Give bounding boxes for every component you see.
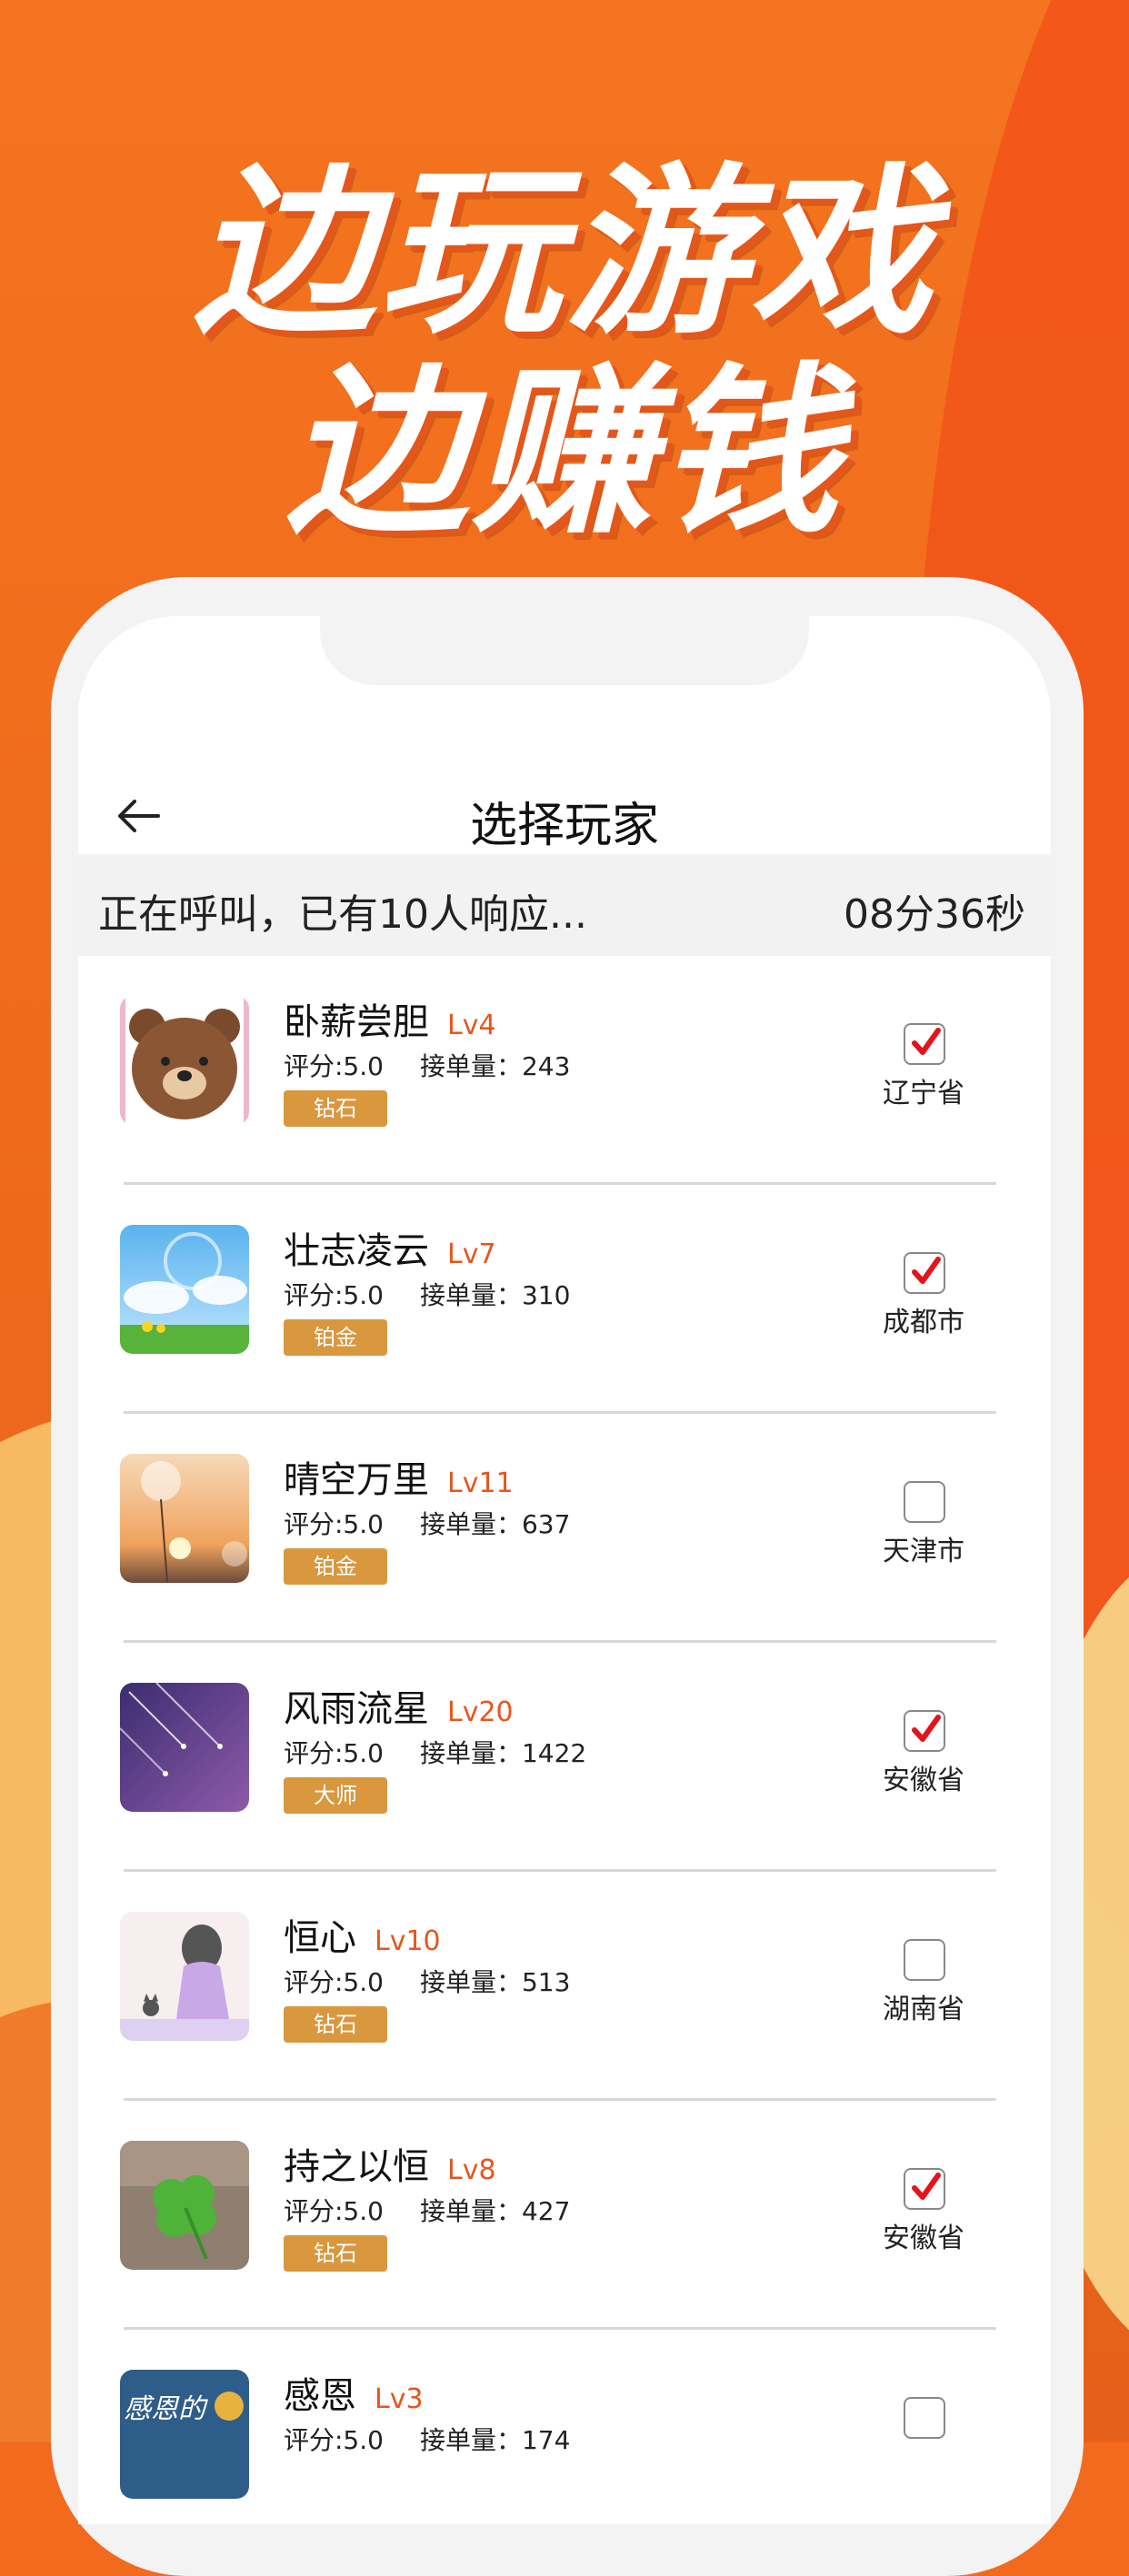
avatar-caption: 感恩的 [124,2393,205,2425]
checkmark-icon [912,1028,941,1055]
select-checkbox[interactable] [904,1252,945,1294]
player-row[interactable]: 壮志凌云 Lv7 评分:5.0 接单量：310 铂金 成都市 [78,1185,1051,1414]
headline-line-2: 边赚钱 [285,347,843,559]
checkmark-icon [912,1257,941,1284]
rank-badge: 钻石 [284,2006,387,2043]
select-checkbox[interactable] [904,1481,945,1523]
select-checkbox[interactable] [904,1939,945,1981]
player-stats: 评分:5.0 接单量：513 [284,1963,570,1999]
player-level: Lv3 [375,2383,424,2415]
player-name-text: 持之以恒 [284,2146,429,2188]
player-stats: 评分:5.0 接单量：1422 [284,1734,586,1770]
player-orders: 接单量：513 [419,1967,571,1997]
player-orders: 接单量：243 [419,1051,571,1081]
player-name: 风雨流星 Lv20 [284,1679,514,1732]
player-level: Lv20 [447,1696,514,1728]
player-name: 持之以恒 Lv8 [284,2137,496,2190]
checkmark-icon [912,2173,941,2200]
player-name: 恒心 Lv10 [284,1908,441,1961]
player-location: 天津市 [883,1536,964,1567]
avatar [120,1225,249,1354]
player-name: 壮志凌云 Lv7 [284,1221,496,1274]
rank-badge: 钻石 [284,1090,387,1127]
player-orders: 接单量：310 [419,1280,571,1310]
avatar [120,996,249,1125]
player-name: 感恩 Lv3 [284,2366,424,2419]
avatar: 感恩的 [120,2370,249,2499]
player-location: 安徽省 [883,1765,964,1796]
calling-status-bar: 正在呼叫，已有10人响应... 08分36秒 [78,854,1051,956]
player-level: Lv11 [447,1467,514,1499]
player-stats: 评分:5.0 接单量：427 [284,2192,570,2228]
player-row[interactable]: 风雨流星 Lv20 评分:5.0 接单量：1422 大师 安徽省 [78,1643,1051,1872]
player-orders: 接单量：174 [419,2425,571,2455]
rank-badge: 铂金 [284,1548,387,1585]
page-title: 选择玩家 [469,799,659,853]
player-row[interactable]: 感恩的 感恩 Lv3 评分:5.0 接单量：174 [78,2330,1051,2524]
player-stats: 评分:5.0 接单量：243 [284,1047,570,1083]
checkmark-icon [912,1715,941,1742]
player-rating: 评分:5.0 [284,1280,384,1310]
player-name-text: 风雨流星 [284,1688,429,1730]
rank-badge: 钻石 [284,2235,387,2272]
player-name-text: 卧薪尝胆 [284,1001,429,1043]
call-timer: 08分36秒 [844,891,1025,938]
player-rating: 评分:5.0 [284,1509,384,1539]
player-level: Lv4 [447,1010,496,1041]
player-orders: 接单量：427 [419,2196,571,2226]
player-rating: 评分:5.0 [284,2196,384,2226]
player-orders: 接单量：1422 [419,1738,587,1768]
select-checkbox[interactable] [904,2397,945,2439]
player-location: 安徽省 [883,2223,964,2254]
player-rating: 评分:5.0 [284,1967,384,1997]
player-row[interactable]: 晴空万里 Lv11 评分:5.0 接单量：637 铂金 天津市 [78,1414,1051,1643]
avatar [120,1454,249,1583]
phone-notch [320,616,809,685]
select-checkbox[interactable] [904,1023,945,1065]
player-rating: 评分:5.0 [284,2425,384,2455]
player-row[interactable]: 持之以恒 Lv8 评分:5.0 接单量：427 钻石 安徽省 [78,2101,1051,2330]
player-location: 辽宁省 [883,1078,964,1109]
player-location: 成都市 [883,1307,964,1338]
player-name-text: 感恩 [284,2375,356,2417]
avatar [120,1912,249,2041]
avatar [120,1683,249,1812]
player-orders: 接单量：637 [419,1509,571,1539]
player-name-text: 恒心 [284,1917,356,1959]
player-row[interactable]: 恒心 Lv10 评分:5.0 接单量：513 钻石 湖南省 [78,1872,1051,2101]
player-name: 卧薪尝胆 Lv4 [284,992,496,1045]
select-checkbox[interactable] [904,1710,945,1752]
rank-badge: 铂金 [284,1319,387,1356]
player-name: 晴空万里 Lv11 [284,1450,514,1503]
player-stats: 评分:5.0 接单量：174 [284,2421,570,2457]
player-level: Lv7 [447,1238,496,1270]
player-location: 湖南省 [883,1994,964,2025]
player-name-text: 壮志凌云 [284,1230,429,1272]
calling-status-text: 正在呼叫，已有10人响应... [98,891,587,938]
player-stats: 评分:5.0 接单量：637 [284,1505,570,1541]
player-name-text: 晴空万里 [284,1459,429,1501]
rank-badge: 大师 [284,1777,387,1814]
player-stats: 评分:5.0 接单量：310 [284,1276,570,1312]
player-level: Lv8 [447,2154,496,2186]
avatar [120,2141,249,2270]
player-rating: 评分:5.0 [284,1051,384,1081]
select-checkbox[interactable] [904,2168,945,2210]
player-level: Lv10 [375,1925,441,1957]
player-row[interactable]: 卧薪尝胆 Lv4 评分:5.0 接单量：243 钻石 辽宁省 [78,956,1051,1185]
phone-screen: 选择玩家 正在呼叫，已有10人响应... 08分36秒 卧薪尝胆 Lv4 评分:5.… [78,616,1051,2524]
player-rating: 评分:5.0 [284,1738,384,1768]
